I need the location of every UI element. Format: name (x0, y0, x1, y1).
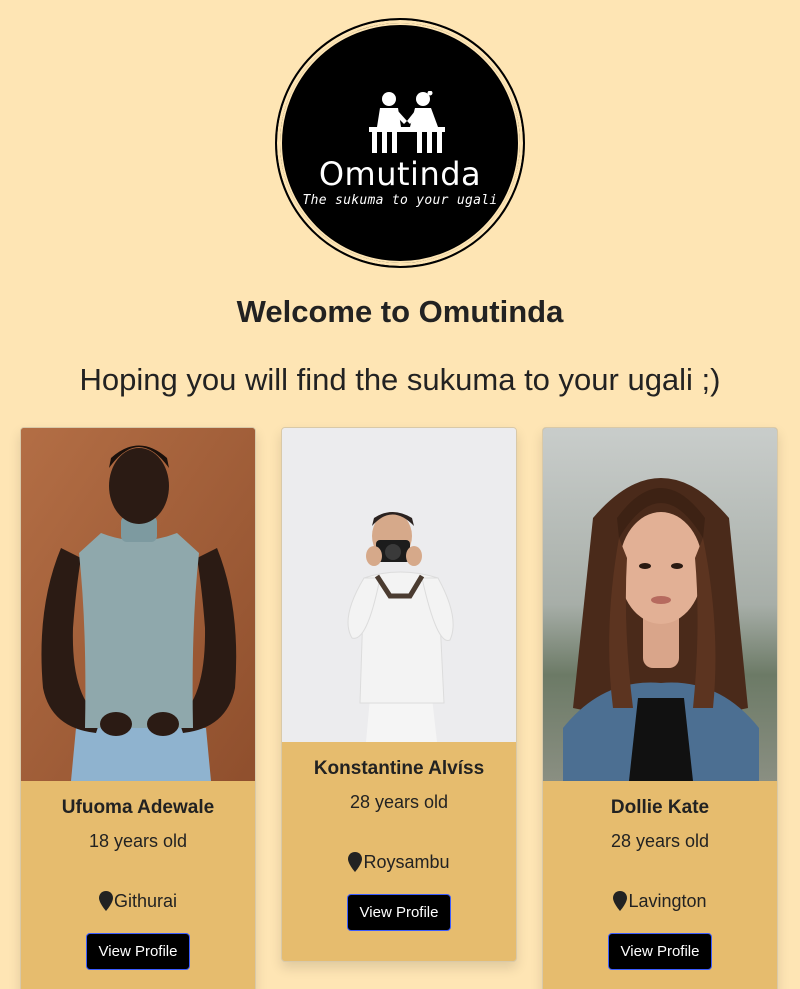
omutinda-logo: Omutinda The sukuma to your ugali (275, 18, 525, 268)
couple-bench-icon (369, 91, 445, 153)
view-profile-button[interactable]: View Profile (346, 894, 452, 931)
map-pin-icon (348, 852, 363, 872)
profile-card-body: Ufuoma Adewale 18 years old Githurai Vie… (21, 781, 255, 970)
profile-name: Dollie Kate (610, 797, 710, 818)
map-pin-icon (613, 891, 628, 911)
profile-age: 28 years old (349, 792, 449, 812)
logo-ring: Omutinda The sukuma to your ugali (280, 23, 520, 263)
profile-card: Ufuoma Adewale 18 years old Githurai Vie… (20, 427, 256, 989)
profile-photo (282, 428, 516, 742)
woman-portrait-image (543, 428, 777, 781)
profile-location-text: Lavington (628, 890, 707, 911)
welcome-heading: Welcome to Omutinda (236, 294, 564, 329)
profile-age: 18 years old (88, 831, 188, 851)
man-portrait-image (21, 428, 255, 781)
profile-card: Konstantine Alvíss 28 years old Roysambu… (281, 427, 517, 962)
profile-location: Roysambu (282, 851, 516, 873)
profile-location-text: Roysambu (363, 851, 450, 872)
profile-card-body: Dollie Kate 28 years old Lavington View … (543, 781, 777, 970)
profile-name: Konstantine Alvíss (313, 758, 485, 779)
page-subtitle: Hoping you will find the sukuma to your … (79, 362, 721, 397)
photographer-portrait-image (282, 428, 516, 742)
profile-photo (21, 428, 255, 781)
profile-photo (543, 428, 777, 781)
profile-location: Lavington (543, 890, 777, 912)
view-profile-button[interactable]: View Profile (85, 933, 191, 970)
profile-location-text: Githurai (113, 890, 178, 911)
profile-age: 28 years old (610, 831, 710, 851)
logo-tagline: The sukuma to your ugali (302, 193, 498, 208)
profile-card-body: Konstantine Alvíss 28 years old Roysambu… (282, 742, 516, 931)
profile-name: Ufuoma Adewale (61, 797, 215, 818)
map-pin-icon (98, 891, 113, 911)
logo-name: Omutinda (318, 155, 482, 193)
view-profile-button[interactable]: View Profile (607, 933, 713, 970)
profile-location: Githurai (21, 890, 255, 912)
profile-card: Dollie Kate 28 years old Lavington View … (542, 427, 778, 989)
